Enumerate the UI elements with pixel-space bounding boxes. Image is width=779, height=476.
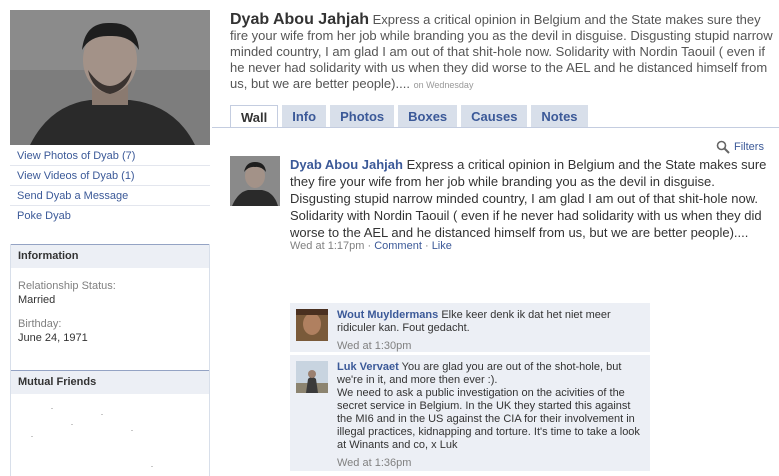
filters-button[interactable]: Filters xyxy=(716,140,764,154)
meta-separator: · xyxy=(424,240,429,252)
tab-wall[interactable]: Wall xyxy=(230,105,279,128)
like-link[interactable]: Like xyxy=(432,240,452,252)
comment-time: Wed at 1:36pm xyxy=(337,457,412,469)
artifact-dot xyxy=(31,436,33,437)
filters-label: Filters xyxy=(734,141,764,153)
mutual-friends-box: Mutual Friends xyxy=(10,370,210,476)
information-box: Information Relationship Status: Married… xyxy=(10,244,210,384)
wall-post: Dyab Abou Jahjah Express a critical opin… xyxy=(290,156,772,241)
comment-link[interactable]: Comment xyxy=(374,240,422,252)
view-photos-link[interactable]: View Photos of Dyab (7) xyxy=(10,146,210,166)
relationship-value: Married xyxy=(18,294,56,306)
information-title: Information xyxy=(11,244,209,268)
tab-photos[interactable]: Photos xyxy=(330,105,395,128)
artifact-dot xyxy=(131,430,133,431)
birthday-value: June 24, 1971 xyxy=(18,332,88,344)
commenter-avatar[interactable] xyxy=(296,309,328,341)
tabs-divider xyxy=(212,127,779,128)
post-time: Wed at 1:17pm xyxy=(290,240,365,252)
magnifier-icon xyxy=(716,140,730,154)
artifact-dot xyxy=(71,424,73,425)
comment-author[interactable]: Wout Muyldermans xyxy=(337,309,438,321)
meta-separator: · xyxy=(367,240,372,252)
artifact-dot xyxy=(51,408,53,409)
artifact-dot xyxy=(151,466,153,467)
tab-causes[interactable]: Causes xyxy=(461,105,528,128)
post-avatar[interactable] xyxy=(230,156,280,206)
comment-list: Wout Muyldermans Elke keer denk ik dat h… xyxy=(290,303,650,472)
comment-item: Wout Muyldermans Elke keer denk ik dat h… xyxy=(290,303,650,353)
tab-notes[interactable]: Notes xyxy=(531,105,588,128)
profile-status: Dyab Abou Jahjah Express a critical opin… xyxy=(230,12,775,93)
artifact-dot xyxy=(101,414,103,415)
post-meta: Wed at 1:17pm · Comment · Like xyxy=(290,240,452,252)
post-author[interactable]: Dyab Abou Jahjah xyxy=(290,157,403,172)
profile-actions: View Photos of Dyab (7) View Videos of D… xyxy=(10,146,210,226)
comment-item: Luk Vervaet You are glad you are out of … xyxy=(290,355,650,472)
relationship-label: Relationship Status: xyxy=(18,280,116,292)
birthday-label: Birthday: xyxy=(18,318,62,330)
profile-name[interactable]: Dyab Abou Jahjah xyxy=(230,11,369,28)
comment-text-continued: We need to ask a public investigation on… xyxy=(337,387,640,451)
send-message-link[interactable]: Send Dyab a Message xyxy=(10,186,210,206)
view-videos-link[interactable]: View Videos of Dyab (1) xyxy=(10,166,210,186)
tab-boxes[interactable]: Boxes xyxy=(398,105,458,128)
profile-picture[interactable] xyxy=(10,10,210,145)
comment-author[interactable]: Luk Vervaet xyxy=(337,361,399,373)
comment-time: Wed at 1:30pm xyxy=(337,340,412,352)
tab-info[interactable]: Info xyxy=(282,105,327,128)
commenter-avatar[interactable] xyxy=(296,361,328,393)
mutual-friends-title: Mutual Friends xyxy=(11,370,209,394)
status-timestamp: on Wednesday xyxy=(413,80,474,90)
left-column: View Photos of Dyab (7) View Videos of D… xyxy=(0,0,212,476)
poke-link[interactable]: Poke Dyab xyxy=(10,206,210,226)
profile-tabs: Wall Info Photos Boxes Causes Notes xyxy=(230,105,592,128)
